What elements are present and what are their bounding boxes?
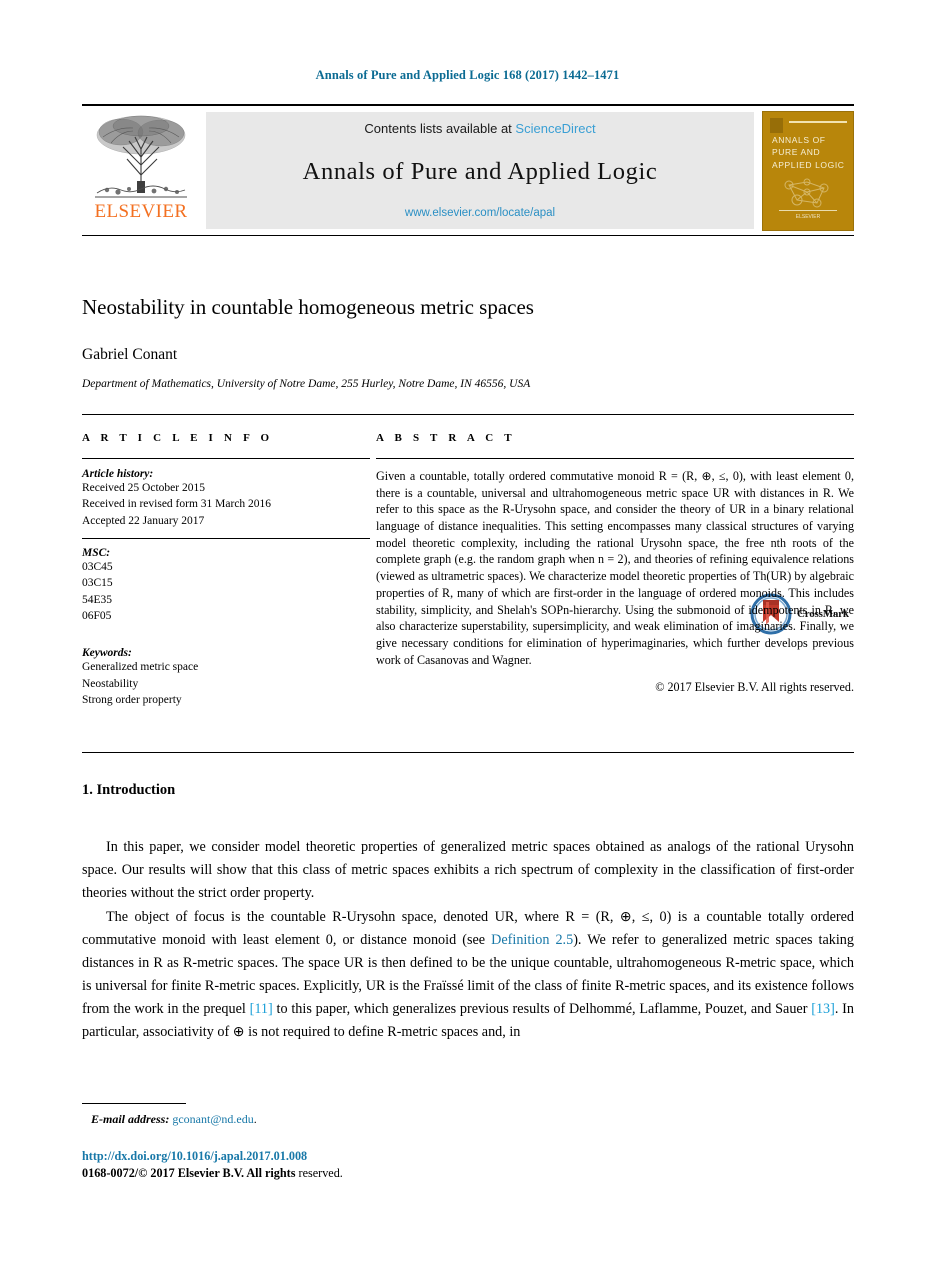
email-label: E-mail address: xyxy=(91,1112,170,1126)
section-heading-introduction: 1. Introduction xyxy=(82,782,176,798)
abstract-copyright: © 2017 Elsevier B.V. All rights reserved… xyxy=(655,680,854,695)
contents-available-line: Contents lists available at ScienceDirec… xyxy=(364,121,595,136)
divider-below-abstract xyxy=(82,752,854,753)
msc-code: 03C45 xyxy=(82,560,113,573)
keyword-item: Generalized metric space xyxy=(82,661,199,674)
abstract-text: Given a countable, totally ordered commu… xyxy=(376,469,854,667)
cover-footer: ELSEVIER xyxy=(779,210,837,221)
issn-copyright-line: 0168-0072/© 2017 Elsevier B.V. All right… xyxy=(82,1165,682,1182)
p2-part-c: to this paper, which generalizes previou… xyxy=(272,1001,812,1017)
article-info-column: A R T I C L E I N F O Article history: R… xyxy=(82,432,370,717)
msc-group: MSC: 03C45 03C15 54E35 06F05 xyxy=(82,547,370,624)
paper-page: Annals of Pure and Applied Logic 168 (20… xyxy=(0,0,935,1266)
footnote-divider xyxy=(82,1103,186,1104)
elsevier-tree-icon xyxy=(95,115,187,198)
msc-code: 03C15 xyxy=(82,577,113,590)
msc-code: 54E35 xyxy=(82,593,113,606)
journal-banner: ELSEVIER Contents lists available at Sci… xyxy=(82,104,854,236)
journal-url-link[interactable]: www.elsevier.com/locate/apal xyxy=(405,207,555,219)
keywords-group: Keywords: Generalized metric space Neost… xyxy=(82,647,370,708)
elsevier-logo[interactable]: ELSEVIER xyxy=(82,109,200,235)
issn-normal: reserved. xyxy=(295,1165,343,1180)
sciencedirect-link[interactable]: ScienceDirect xyxy=(515,121,595,136)
article-history-label: Article history: xyxy=(82,468,154,480)
keyword-item: Strong order property xyxy=(82,693,182,706)
abstract-column: A B S T R A C T Given a countable, total… xyxy=(370,432,854,717)
keywords-label: Keywords: xyxy=(82,647,132,660)
elsevier-wordmark: ELSEVIER xyxy=(94,201,188,222)
email-link[interactable]: gconant@nd.edu xyxy=(172,1112,253,1126)
msc-code: 06F05 xyxy=(82,609,112,622)
issn-bold: 0168-0072/© 2017 Elsevier B.V. All right… xyxy=(82,1165,296,1180)
journal-title: Annals of Pure and Applied Logic xyxy=(302,157,658,185)
citation-ref-13[interactable]: [13] xyxy=(811,1001,835,1017)
body-text: In this paper, we consider model theoret… xyxy=(82,836,854,1044)
doi-link[interactable]: http://dx.doi.org/10.1016/j.apal.2017.01… xyxy=(82,1148,682,1165)
article-history-group: Article history: Received 25 October 201… xyxy=(82,468,370,529)
citation-ref-11[interactable]: [11] xyxy=(250,1001,273,1017)
journal-cover-thumbnail[interactable]: ANNALS OF PURE AND APPLIED LOGIC ELSEVIER xyxy=(762,111,854,231)
email-period: . xyxy=(253,1112,257,1126)
history-item: Received in revised form 31 March 2016 xyxy=(82,498,272,511)
abstract-heading: A B S T R A C T xyxy=(376,432,516,444)
divider-above-abstract xyxy=(82,414,854,415)
journal-banner-center: Contents lists available at ScienceDirec… xyxy=(206,112,754,229)
intro-paragraph-1: In this paper, we consider model theoret… xyxy=(82,839,854,901)
page-title: Neostability in countable homogeneous me… xyxy=(82,295,534,319)
intro-paragraph-2: The object of focus is the countable R-U… xyxy=(82,906,854,1044)
msc-rule xyxy=(82,537,370,539)
title-block: Neostability in countable homogeneous me… xyxy=(82,294,854,635)
footnote-email: E-mail address: gconant@nd.edu. xyxy=(82,1112,582,1127)
article-info-heading: A R T I C L E I N F O xyxy=(82,432,274,444)
abstract-rule xyxy=(376,458,854,459)
footer-block: http://dx.doi.org/10.1016/j.apal.2017.01… xyxy=(82,1148,682,1182)
history-item: Accepted 22 January 2017 xyxy=(82,514,205,527)
cover-publisher-mark-icon xyxy=(770,118,783,133)
author-affiliation: Department of Mathematics, University of… xyxy=(82,378,531,391)
cover-footer-text: ELSEVIER xyxy=(795,214,821,220)
definition-link[interactable]: Definition 2.5 xyxy=(491,932,573,948)
keyword-item: Neostability xyxy=(82,677,139,690)
cover-rule xyxy=(789,121,847,123)
contents-prefix: Contents lists available at xyxy=(364,121,512,136)
history-item: Received 25 October 2015 xyxy=(82,482,205,494)
cover-title: ANNALS OF PURE AND APPLIED LOGIC xyxy=(772,135,845,170)
author-name: Gabriel Conant xyxy=(82,346,178,364)
info-abstract-columns: A R T I C L E I N F O Article history: R… xyxy=(82,432,854,717)
article-info-rule xyxy=(82,458,370,459)
running-head: Annals of Pure and Applied Logic 168 (20… xyxy=(315,68,620,82)
msc-label: MSC: xyxy=(82,546,111,559)
